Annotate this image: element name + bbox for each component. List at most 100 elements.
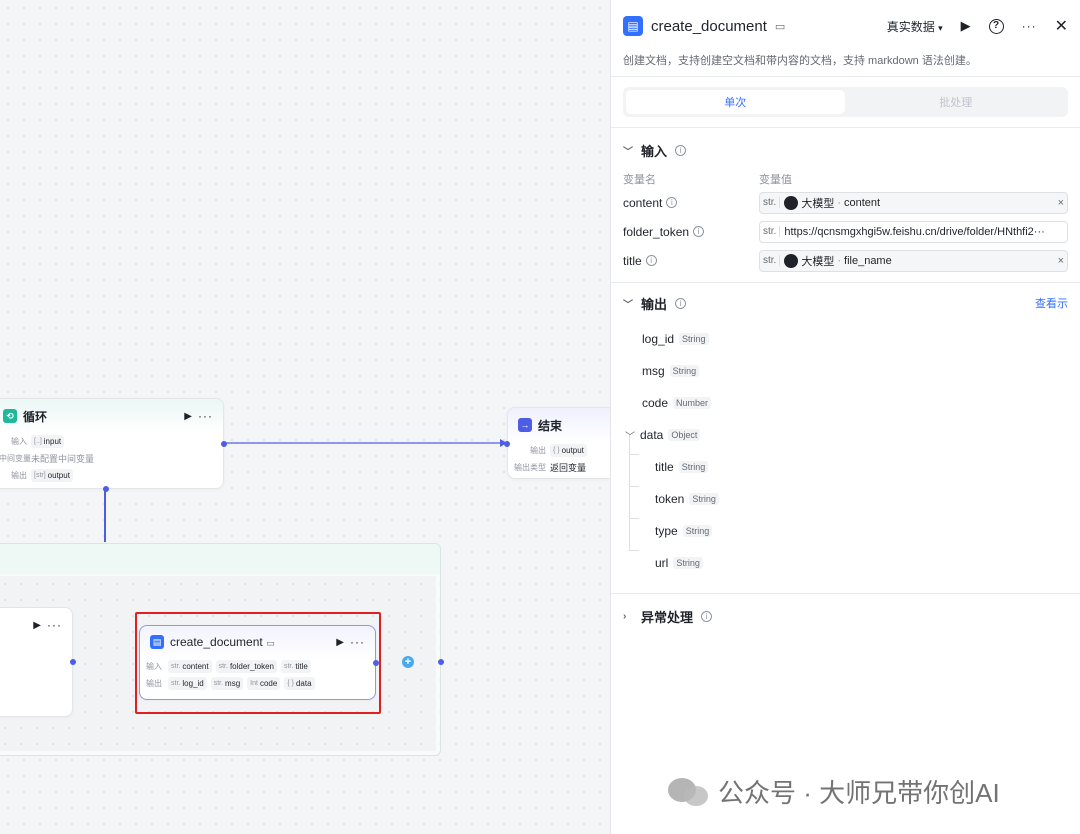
end-output-type-label: 输出类型	[514, 463, 546, 472]
end-output-label: 输出	[530, 446, 546, 455]
loop-output-port[interactable]	[221, 441, 227, 447]
help-icon[interactable]: ?	[988, 18, 1004, 34]
output-item-data[interactable]: ﹀ data Object	[625, 419, 1080, 451]
more-icon[interactable]: ···	[350, 635, 365, 649]
output-section-header[interactable]: ﹀ 输出 i 查看示	[611, 283, 1080, 323]
output-label: 输出	[11, 471, 27, 480]
loop-body-port[interactable]	[103, 486, 109, 492]
chevron-down-icon: ﹀	[623, 146, 633, 158]
loop-body-end-port[interactable]	[438, 659, 444, 665]
output-item: log_id String	[642, 323, 1080, 355]
input-value-field[interactable]: str. 大模型 · file_name ×	[759, 249, 1068, 272]
input-name: folder_token	[623, 224, 690, 239]
variable-reference: 大模型 · file_name	[784, 253, 892, 269]
input-value-field[interactable]: str. https://qcnsmgxhgi5w.feishu.cn/driv…	[759, 220, 1068, 243]
tab-batch[interactable]: 批处理	[847, 90, 1066, 114]
close-icon[interactable]: ✕	[1055, 16, 1068, 36]
loop-body-header	[0, 544, 440, 574]
error-section-title: 异常处理	[641, 609, 694, 625]
end-output-tag: { } output	[550, 444, 587, 457]
chevron-right-icon: ›	[623, 610, 627, 622]
loop-node[interactable]: ⟲ 循环 ▶ ··· 输入 [..] input 中间变量 未配置中间变量 输出 …	[0, 398, 227, 492]
info-icon: i	[701, 610, 713, 622]
more-icon[interactable]: ···	[1022, 19, 1037, 33]
input-name: content	[623, 195, 663, 210]
error-section-header[interactable]: › 异常处理 i	[611, 596, 1080, 636]
data-mode-select[interactable]: 真实数据 ▾	[887, 18, 943, 35]
output-child-item: token String	[655, 483, 1080, 515]
col-name: 变量名	[623, 174, 656, 186]
node-config-panel: ▤ create_document ▭ 真实数据 ▾ ▶ ? ··· ✕ 创建文…	[610, 0, 1080, 834]
run-icon[interactable]: ▶	[33, 620, 41, 631]
add-node-button[interactable]: +	[402, 656, 414, 668]
edit-icon: ▭	[266, 638, 275, 648]
input-tag: [..] input	[31, 435, 65, 448]
end-node[interactable]: → 结束 输出 { } output 输出类型 返回变量	[504, 407, 617, 479]
more-icon[interactable]: ···	[198, 409, 213, 423]
input-value-field[interactable]: str. 大模型 · content ×	[759, 191, 1068, 214]
doc-output-label: 输出	[146, 679, 162, 688]
info-icon: i	[675, 144, 687, 156]
llm-icon	[784, 253, 799, 268]
doc-node-title: create_document ▭	[170, 635, 275, 649]
run-icon[interactable]: ▶	[336, 637, 344, 648]
col-value: 变量值	[759, 174, 792, 186]
clear-icon[interactable]: ×	[1058, 197, 1064, 209]
input-column-headers: 变量名 变量值	[611, 170, 1080, 188]
document-icon: ▤	[623, 16, 643, 36]
run-icon[interactable]: ▶	[184, 411, 192, 422]
end-icon: →	[518, 418, 532, 432]
input-row-folder-token: folder_token i str. https://qcnsmgxhgi5w.…	[611, 217, 1080, 246]
input-row-content: content i str. 大模型 · content ×	[611, 188, 1080, 217]
input-name: title	[623, 253, 642, 268]
panel-description: 创建文档，支持创建空文档和带内容的文档，支持 markdown 语法创建。	[623, 55, 977, 67]
mid-value: 未配置中间变量	[31, 454, 95, 464]
loop-inner-node[interactable]: ▶ ···	[0, 607, 76, 717]
tree-line	[629, 435, 630, 551]
wechat-icon	[668, 776, 710, 808]
mid-label: 中间变量	[0, 454, 31, 463]
output-child-item: title String	[655, 451, 1080, 483]
input-row-title: title i str. 大模型 · file_name ×	[611, 246, 1080, 275]
clear-icon[interactable]: ×	[1058, 255, 1064, 267]
inner-output-port[interactable]	[70, 659, 76, 665]
more-icon[interactable]: ···	[47, 618, 62, 632]
end-node-title: 结束	[538, 418, 563, 433]
input-section-title: 输入	[641, 143, 668, 159]
type-label: str.	[763, 197, 781, 208]
doc-input-tag: str. title	[280, 660, 311, 673]
loop-icon: ⟲	[3, 409, 17, 423]
chevron-down-icon: ▾	[938, 22, 943, 33]
info-icon: i	[666, 197, 678, 208]
doc-output-tag: Int code	[247, 677, 281, 690]
watermark: 公众号 · 大师兄带你创AI	[668, 773, 1000, 810]
info-icon: i	[693, 226, 705, 237]
doc-output-port[interactable]	[373, 660, 379, 666]
folder-url-value: https://qcnsmgxhgi5w.feishu.cn/drive/fol…	[784, 225, 1045, 238]
chevron-down-icon: ﹀	[623, 299, 633, 311]
output-tag: [str] output	[31, 469, 73, 482]
output-section-title: 输出	[641, 296, 668, 312]
output-tree: log_id String msg String code Number ﹀ data…	[611, 323, 1080, 579]
output-item: msg String	[642, 355, 1080, 387]
chevron-down-icon: ﹀	[625, 431, 635, 443]
create-document-node[interactable]: ▤ create_document ▭ ▶ ··· 输入 str. content…	[139, 625, 379, 700]
info-icon: i	[675, 297, 687, 309]
view-example-link[interactable]: 查看示	[1035, 295, 1068, 311]
input-label: 输入	[11, 437, 27, 446]
doc-output-tag: { } data	[284, 677, 315, 690]
doc-output-tag: str. msg	[210, 677, 244, 690]
doc-input-tag: str. folder_token	[215, 660, 277, 673]
input-section-header[interactable]: ﹀ 输入 i	[611, 130, 1080, 170]
tab-single[interactable]: 单次	[626, 90, 845, 114]
end-output-type-value: 返回变量	[550, 463, 587, 473]
output-child-item: type String	[655, 515, 1080, 547]
end-input-port[interactable]	[504, 441, 510, 447]
document-icon: ▤	[150, 635, 164, 649]
run-icon[interactable]: ▶	[961, 18, 971, 34]
edit-icon[interactable]: ▭	[775, 20, 785, 33]
type-label: str.	[763, 226, 781, 237]
doc-input-label: 输入	[146, 662, 162, 671]
info-icon: i	[645, 255, 657, 266]
type-label: str.	[763, 255, 781, 266]
